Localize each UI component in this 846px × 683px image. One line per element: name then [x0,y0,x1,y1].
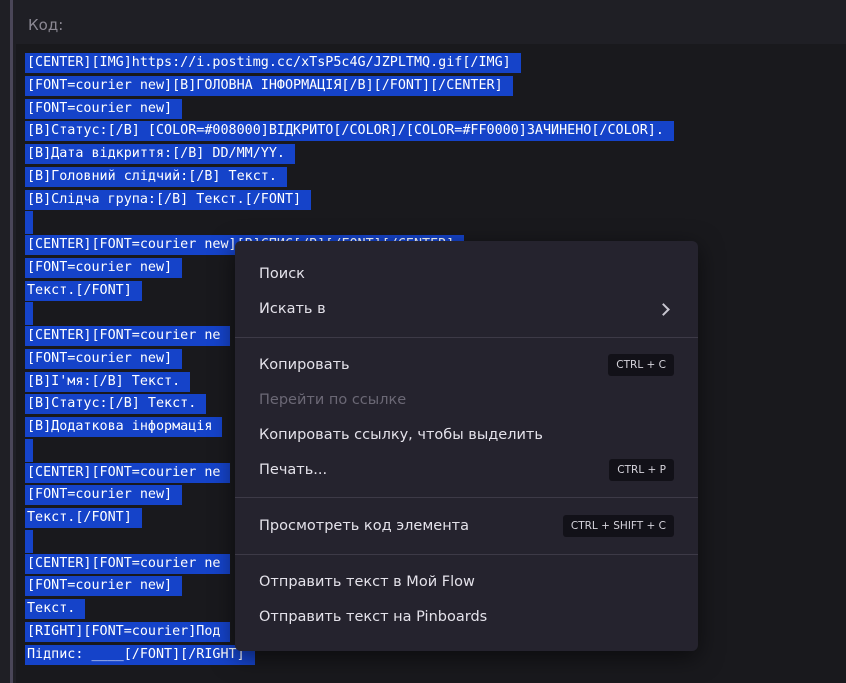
menu-item-label: Искать в [259,301,326,317]
selected-text: Текст.[/FONT] [25,508,142,528]
selected-text: Підпис: ____[/FONT][/RIGHT] [25,644,255,665]
selected-text: [B]Слідча група:[/B] Текст.[/FONT] [25,189,312,210]
selected-text: [FONT=courier new] [25,98,183,119]
code-line: [B]Дата відкриття:[/B] DD/MM/YY. [25,143,674,166]
selected-text: [B]Статус:[/B] [COLOR=#008000]ВІДКРИТО[/… [25,121,674,142]
shortcut-badge: CTRL + P [609,459,674,481]
selected-text: Текст.[/FONT] [25,280,142,301]
menu-item-print[interactable]: Печать... CTRL + P [235,453,698,487]
shortcut-badge: CTRL + SHIFT + C [562,515,674,537]
selected-text: [B]І'мя:[/B] Текст. [25,371,191,392]
code-line: [FONT=courier new] [25,98,674,121]
selected-text: [FONT=courier new][B]ГОЛОВНА ІНФОРМАЦІЯ[… [25,75,513,96]
menu-item-inspect[interactable]: Просмотреть код элемента CTRL + SHIFT + … [235,509,698,543]
code-line: [FONT=courier new][B]ГОЛОВНА ІНФОРМАЦІЯ[… [25,75,674,98]
selected-text: [CENTER][FONT=courier ne [25,462,231,483]
code-line: [CENTER][IMG]https://i.postimg.cc/xTsP5c… [25,52,674,75]
selection-highlight [25,438,33,462]
selected-text: [FONT=courier new] [25,348,183,369]
code-line: [B]Статус:[/B] [COLOR=#008000]ВІДКРИТО[/… [25,120,674,143]
menu-item-send-flow[interactable]: Отправить текст в Мой Flow [235,565,698,599]
context-menu: Поиск Искать в Копировать CTRL + C Перей… [235,241,698,651]
menu-item-label: Копировать [259,357,350,373]
selected-text: [B]Головний слідчий:[/B] Текст. [25,166,287,187]
code-line: [B]Головний слідчий:[/B] Текст. [25,166,674,189]
selection-highlight [25,529,33,553]
selected-text: [FONT=courier new] [25,257,183,278]
menu-item-label: Отправить текст в Мой Flow [259,574,475,590]
selected-text: [CENTER][FONT=courier ne [25,553,231,574]
shortcut-badge: CTRL + C [608,354,674,376]
selected-text: [CENTER][FONT=courier ne [25,326,231,346]
selected-text: Текст. [25,599,86,619]
code-line: [B]Слідча група:[/B] Текст.[/FONT] [25,189,674,212]
menu-item-label: Просмотреть код элемента [259,518,470,534]
menu-item-open-link: Перейти по ссылке [235,383,698,417]
menu-separator [235,337,698,338]
selected-text: [FONT=courier new] [25,485,183,506]
menu-item-send-pinboards[interactable]: Отправить текст на Pinboards [235,600,698,634]
menu-separator [235,497,698,498]
selected-text: [B]Статус:[/B] Текст. [25,394,207,415]
menu-item-copy-link-highlight[interactable]: Копировать ссылку, чтобы выделить [235,418,698,452]
menu-item-label: Перейти по ссылке [259,392,407,408]
selection-highlight [25,302,33,325]
selected-text: [FONT=courier new] [25,576,183,597]
chevron-right-icon [657,302,670,316]
code-line [25,211,674,234]
selected-text: [B]Додаткова інформація [25,417,223,437]
menu-item-search-in[interactable]: Искать в [235,292,698,326]
menu-item-label: Поиск [259,266,305,282]
code-header-label: Код: [28,16,64,34]
selected-text: [B]Дата відкриття:[/B] DD/MM/YY. [25,144,295,164]
menu-item-label: Отправить текст на Pinboards [259,609,488,625]
selected-text: [CENTER][IMG]https://i.postimg.cc/xTsP5c… [25,53,521,73]
selected-text: [RIGHT][FONT=courier]Под [25,621,231,642]
menu-separator [235,554,698,555]
menu-item-copy[interactable]: Копировать CTRL + C [235,348,698,382]
menu-item-search[interactable]: Поиск [235,257,698,291]
selection-highlight [25,211,33,234]
menu-item-label: Копировать ссылку, чтобы выделить [259,427,543,443]
menu-item-label: Печать... [259,462,328,478]
